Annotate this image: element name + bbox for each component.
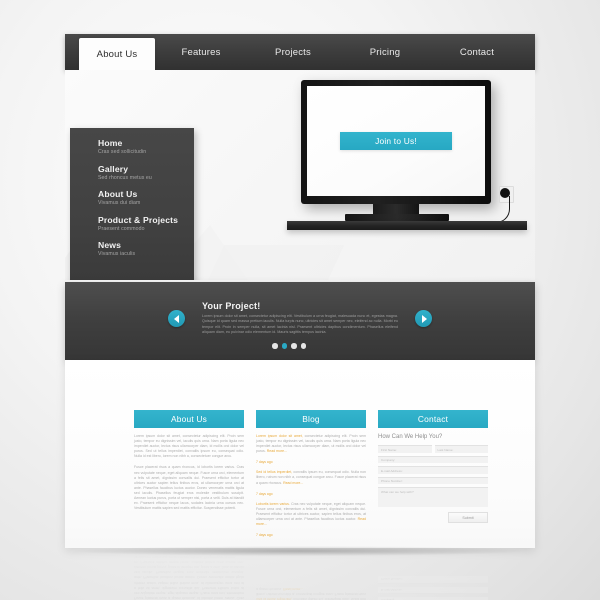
slider-dot-list (272, 343, 306, 349)
join-to-us-button[interactable]: Join to Us! (340, 132, 452, 150)
reflection-content: Lorem ipsum dolor sit amet, consectetur … (65, 548, 535, 600)
side-menu-title: Gallery (98, 163, 129, 174)
submit-button[interactable]: Submit (448, 512, 488, 523)
tv-shelf (287, 221, 527, 230)
column-body-blog: Lorem ipsum dolor sit amet, consectetur … (256, 428, 366, 537)
email-field-row: E-mail Address: (378, 466, 488, 474)
phone-field-row: Phone Number: (378, 476, 488, 484)
slider-dot-1[interactable] (272, 343, 278, 349)
blog-lead-text: Lorem ipsum dolor sit amet, (256, 434, 303, 438)
side-menu-title: Product & Projects (98, 214, 179, 225)
television-illustration: Join to Us! (287, 78, 527, 278)
side-menu-subtitle: Vivamus iaculis (98, 251, 136, 257)
company-field-row: Company: (378, 455, 488, 463)
slider-section: Your Project! Lorem ipsum dolor sit amet… (65, 282, 535, 360)
side-menu-title: Home (98, 138, 123, 148)
about-paragraph-1: Lorem ipsum dolor sit amet, consectetur … (134, 434, 244, 459)
blog-read-more-link[interactable]: Read more... (283, 481, 303, 485)
first-name-field[interactable]: First Name: (378, 445, 432, 453)
side-menu-item-about-us[interactable]: About Us Vivamus dui diam (70, 187, 194, 207)
reflected-columns: Lorem ipsum dolor sit amet, consectetur … (134, 548, 535, 600)
about-paragraph-2: Fusce placerat risus a quam rhoncus, id … (134, 465, 244, 511)
reflected-text: Sed id tellus imperdiet, convallis ipsum… (256, 586, 366, 600)
reflected-field: E-mail Address: (378, 586, 488, 595)
chevron-right-icon (421, 314, 427, 323)
column-about-us: About Us Lorem ipsum dolor sit amet, con… (134, 410, 244, 543)
blog-read-more-link[interactable]: Read more... (267, 449, 287, 453)
nav-tab-contact[interactable]: Contact (431, 34, 523, 70)
column-heading-blog[interactable]: Blog (256, 410, 366, 428)
slider-description: Lorem ipsum dolor sit amet, consectetur … (202, 314, 398, 335)
blog-timestamp: 7 days ago (256, 491, 273, 496)
chevron-left-icon (173, 314, 179, 323)
blog-item: Lobortis lorem varius. Cras nec vulputat… (256, 502, 366, 537)
slider-dot-2-active[interactable] (281, 343, 287, 349)
side-menu-title: News (98, 240, 122, 250)
content-section: About Us Lorem ipsum dolor sit amet, con… (65, 360, 535, 548)
message-field-row: What can we help with? (378, 487, 488, 507)
tv-stand-base (345, 214, 449, 221)
slider-prev-button[interactable] (168, 310, 185, 327)
tv-screen: Join to Us! (307, 86, 485, 196)
hero-section: Home Cras sed sollicitudin Gallery Sed r… (65, 70, 535, 280)
phone-field[interactable]: Phone Number: (378, 476, 488, 484)
contact-form-title: How Can We Help You? (378, 434, 443, 440)
reflected-column-about: Lorem ipsum dolor sit amet, consectetur … (134, 548, 244, 600)
power-plug-icon (500, 188, 510, 198)
blog-timestamp: 7 days ago (256, 460, 273, 465)
last-name-field[interactable]: Last Name: (434, 445, 488, 453)
blog-excerpt: Lorem ipsum dolor sit amet, consectetur … (256, 434, 366, 454)
side-menu-panel: Home Cras sed sollicitudin Gallery Sed r… (70, 128, 194, 280)
top-navigation-bar: About Us Features Projects Pricing Conta… (65, 34, 535, 70)
side-menu-subtitle: Sed rhoncus metus eu (98, 174, 152, 181)
side-menu-item-news[interactable]: News Vivamus iaculis (70, 238, 194, 258)
nav-tab-projects[interactable]: Projects (247, 34, 339, 70)
column-heading-contact[interactable]: Contact (378, 410, 488, 428)
column-heading-about-us[interactable]: About Us (134, 410, 244, 428)
reflected-link: Read more... (283, 586, 304, 591)
side-menu-subtitle: Praesent commodo (98, 225, 145, 232)
blog-item: Sed id tellus imperdiet, convallis ipsum… (256, 470, 366, 495)
slider-dot-4[interactable] (300, 343, 306, 349)
message-textarea[interactable]: What can we help with? (378, 487, 488, 507)
page-reflection: Lorem ipsum dolor sit amet, consectetur … (65, 548, 535, 600)
name-field-row: First Name: Last Name: (378, 445, 488, 453)
three-column-layout: About Us Lorem ipsum dolor sit amet, con… (134, 410, 488, 543)
slider-title: Your Project! (202, 301, 261, 311)
blog-lead-text: Sed id tellus imperdiet, (256, 470, 293, 475)
side-menu-item-gallery[interactable]: Gallery Sed rhoncus metus eu (70, 162, 194, 182)
column-body-about-us: Lorem ipsum dolor sit amet, consectetur … (134, 428, 244, 511)
reflected-column-blog: Lorem ipsum dolor sit amet, consectetur … (256, 548, 366, 600)
website-mockup-page: About Us Features Projects Pricing Conta… (65, 34, 535, 600)
blog-timestamp: 7 days ago (256, 533, 273, 538)
side-menu-subtitle: Vivamus dui diam (98, 200, 141, 206)
reflected-column-contact: Submit First Name: Company: E-mail Addre… (378, 548, 488, 600)
nav-left-spacer (65, 34, 79, 70)
nav-tab-about-us[interactable]: About Us (79, 38, 155, 70)
column-body-contact: How Can We Help You? First Name: Last Na… (378, 428, 488, 523)
column-blog: Blog Lorem ipsum dolor sit amet, consect… (256, 410, 366, 543)
reflected-text: Fusce placerat risus a quam rhoncus, id … (134, 555, 244, 600)
blog-excerpt: Sed id tellus imperdiet, convallis ipsum… (256, 470, 366, 485)
reflected-field: Phone Number: (378, 576, 488, 584)
nav-tab-pricing[interactable]: Pricing (339, 34, 431, 70)
side-menu-subtitle: Cras sed sollicitudin (98, 149, 147, 155)
side-menu-item-home[interactable]: Home Cras sed sollicitudin (70, 136, 194, 156)
power-cord (487, 196, 510, 223)
side-menu-title: About Us (98, 189, 138, 199)
company-field[interactable]: Company: (378, 455, 488, 463)
submit-row: Submit (378, 512, 488, 523)
side-menu-item-product-projects[interactable]: Product & Projects Praesent commodo (70, 213, 194, 233)
email-field[interactable]: E-mail Address: (378, 466, 488, 474)
blog-lead-text: Lobortis lorem varius. (256, 501, 290, 506)
slider-dot-3[interactable] (291, 343, 297, 349)
slider-next-button[interactable] (415, 310, 432, 327)
column-contact: Contact How Can We Help You? First Name:… (378, 410, 488, 543)
tv-frame: Join to Us! (301, 80, 491, 204)
blog-excerpt: Lobortis lorem varius. Cras nec vulputat… (256, 502, 366, 527)
nav-item-list: About Us Features Projects Pricing Conta… (65, 34, 535, 70)
nav-tab-features[interactable]: Features (155, 34, 247, 70)
blog-item: Lorem ipsum dolor sit amet, consectetur … (256, 434, 366, 464)
